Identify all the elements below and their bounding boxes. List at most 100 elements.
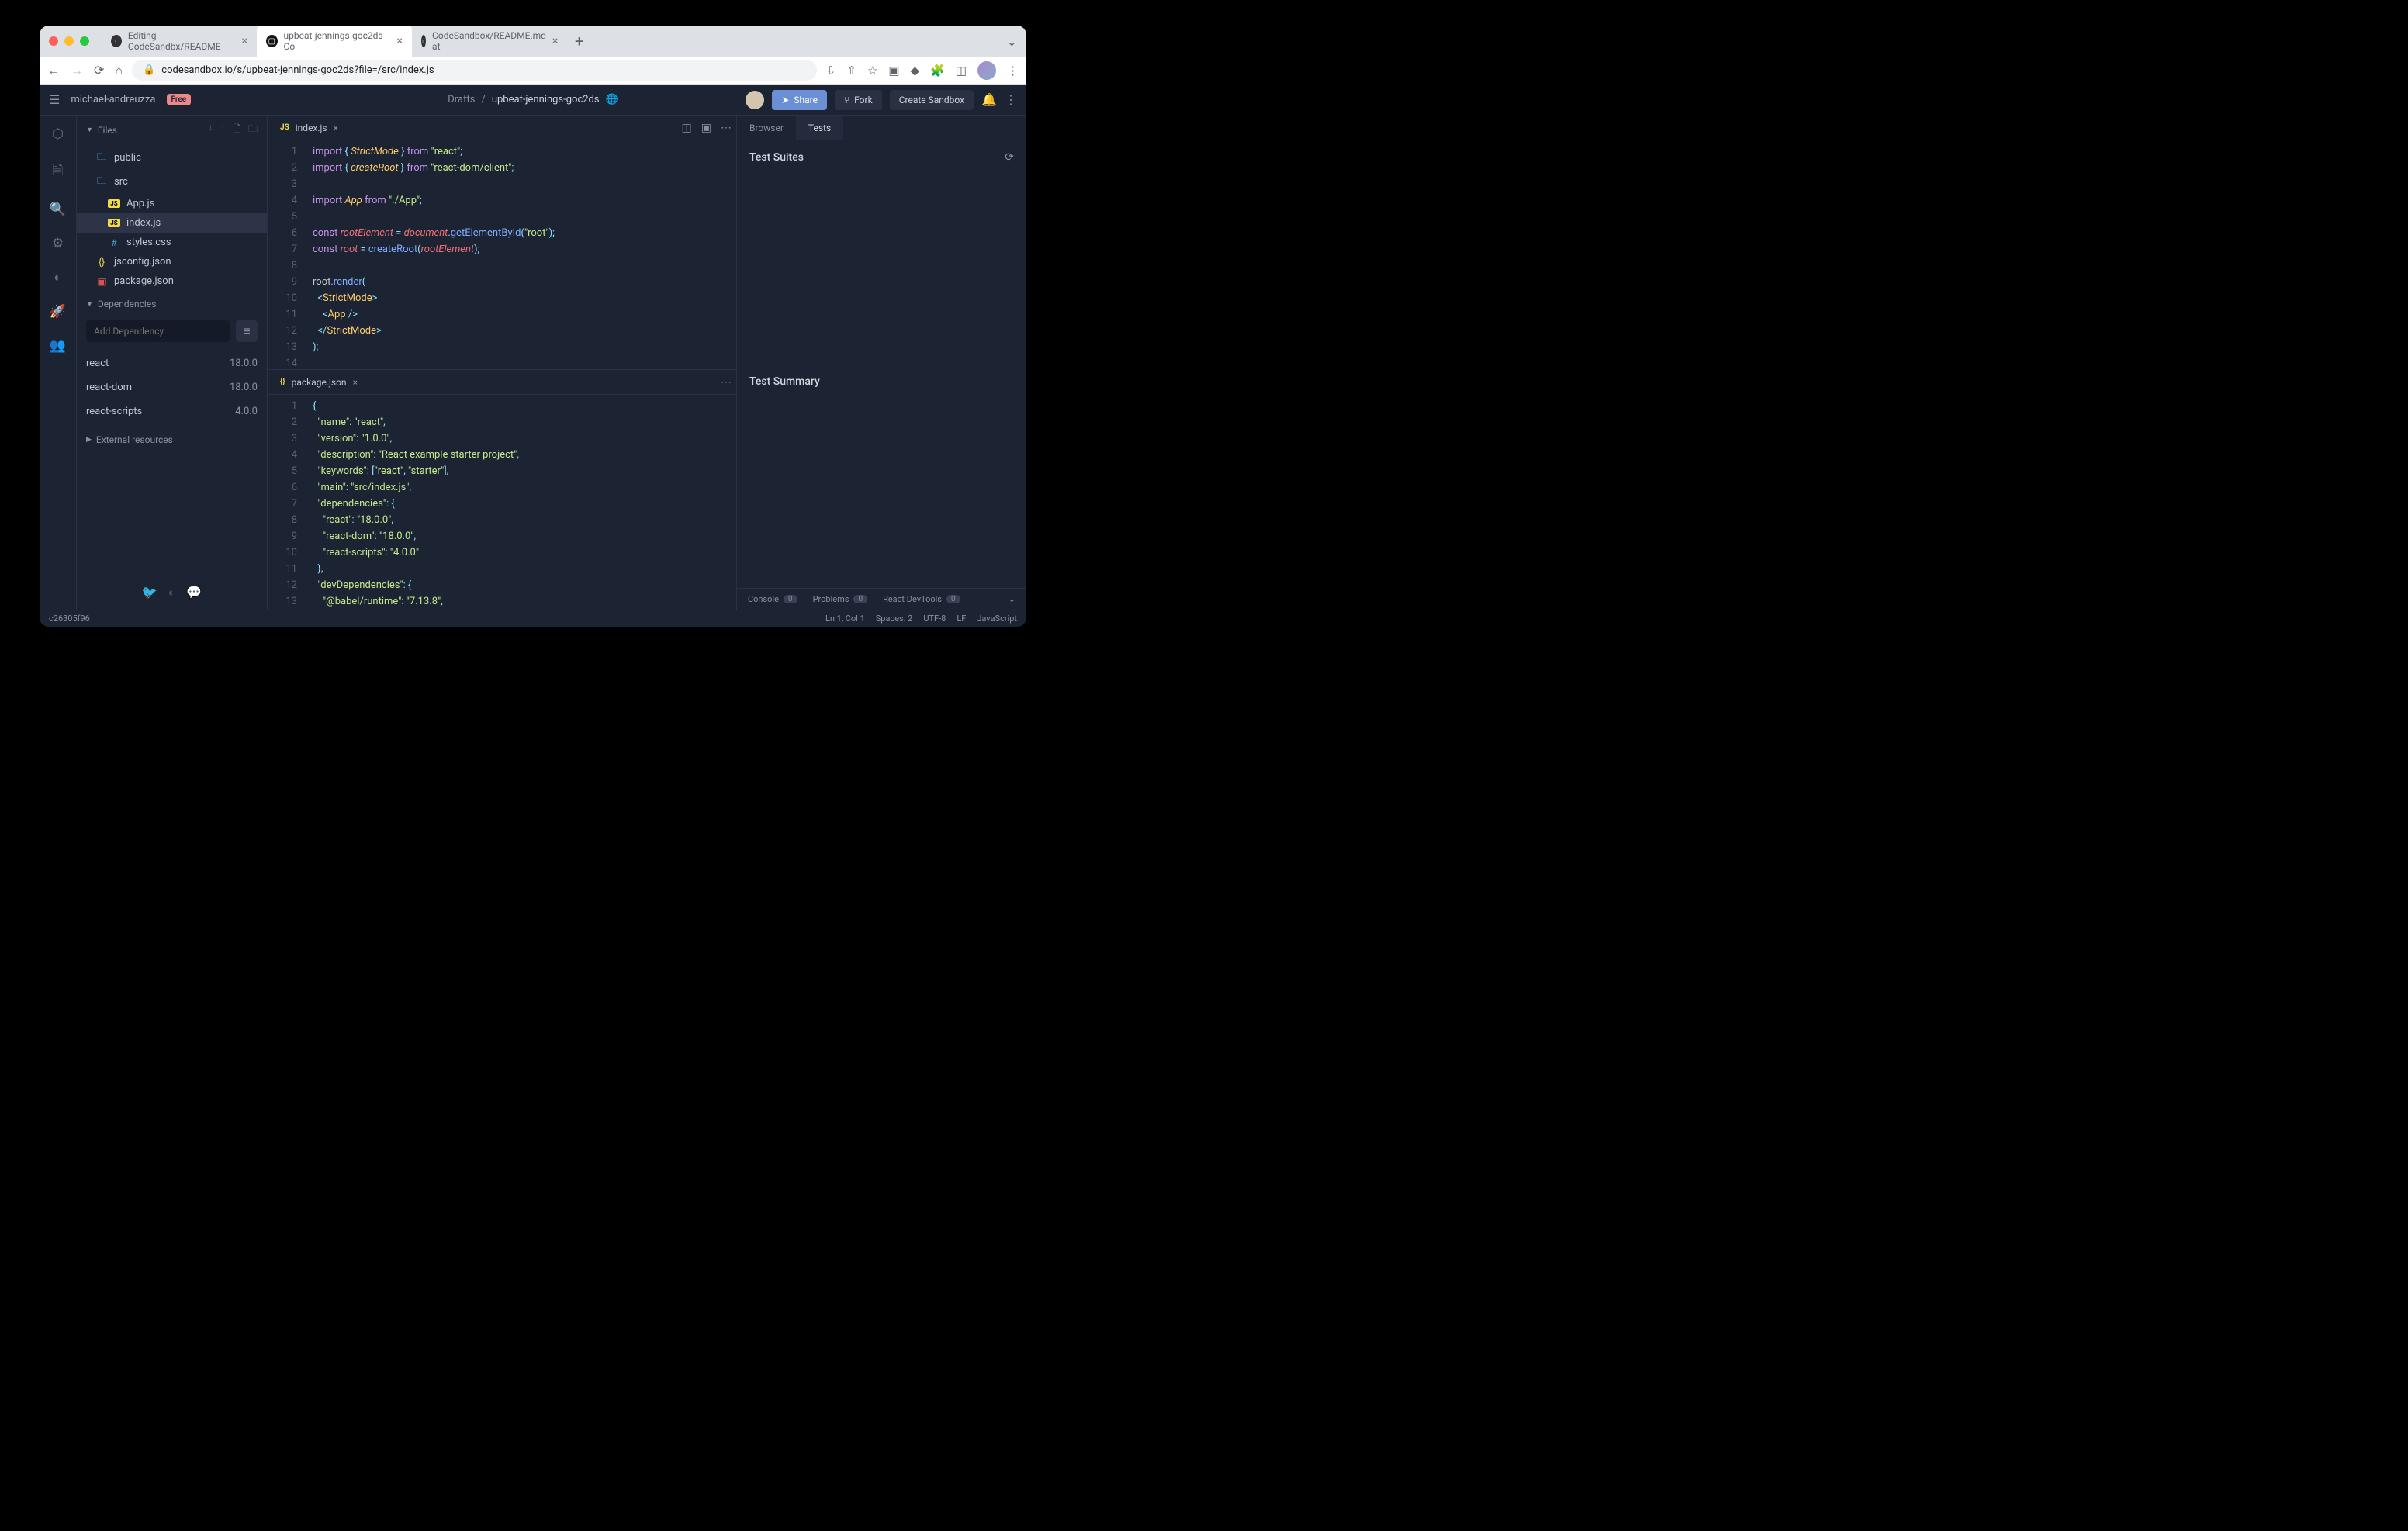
editor-tab-package[interactable]: {}package.json× <box>272 372 365 392</box>
minimize-window-icon[interactable] <box>64 36 74 46</box>
test-summary-header: Test Summary <box>737 365 1026 399</box>
dep-react-dom[interactable]: react-dom18.0.0 <box>86 375 258 399</box>
extensions-icon[interactable]: 🧩 <box>930 64 945 78</box>
commit-hash[interactable]: c26305f96 <box>49 613 90 624</box>
console-tab[interactable]: Console0 <box>748 594 797 604</box>
test-summary-label: Test Summary <box>749 375 820 388</box>
codesandbox-icon: ▢ <box>266 35 278 47</box>
github-icon: ◐ <box>111 35 122 47</box>
file-index-js[interactable]: JSindex.js <box>77 213 267 233</box>
editor-tab-index[interactable]: JSindex.js× <box>272 118 346 138</box>
code-area[interactable]: { "name": "react", "version": "1.0.0", "… <box>306 395 736 610</box>
github-icon[interactable]: ◐ <box>168 585 176 600</box>
live-icon[interactable]: 👥 <box>50 338 66 354</box>
browser-tab-2[interactable]: ◐CodeSandbox/README.md at× <box>412 26 567 58</box>
file-app-js[interactable]: JSApp.js <box>77 194 267 213</box>
fork-button[interactable]: ⑂Fork <box>835 90 882 110</box>
download-icon[interactable]: ↓ <box>208 122 213 138</box>
new-folder-icon[interactable]: 🗀 <box>248 122 258 138</box>
devtools-tab[interactable]: React DevTools0 <box>883 594 960 604</box>
discord-icon[interactable]: 💬 <box>186 585 202 600</box>
file-package-json[interactable]: ▣package.json <box>77 271 267 291</box>
refresh-icon[interactable]: ⟳ <box>1005 151 1014 164</box>
maximize-window-icon[interactable] <box>80 36 89 46</box>
close-tab-icon[interactable]: × <box>242 35 247 47</box>
browser-tab-0[interactable]: ◐Editing CodeSandbx/README× <box>102 26 257 58</box>
tab-browser[interactable]: Browser <box>737 116 796 140</box>
code-editor-bottom[interactable]: 1234567891011121314 { "name": "react", "… <box>268 395 736 610</box>
upload-icon[interactable]: ↑ <box>220 122 225 138</box>
extension-icon[interactable]: ◆ <box>911 64 920 78</box>
tabs-overflow-icon[interactable]: ⌄ <box>1007 34 1017 49</box>
file-icon[interactable]: 🗎 <box>53 161 64 183</box>
dep-react[interactable]: react18.0.0 <box>86 351 258 375</box>
back-icon[interactable]: ← <box>47 63 60 78</box>
forward-icon[interactable]: → <box>71 63 83 78</box>
panel-icon[interactable]: ▣ <box>701 122 711 134</box>
indent-setting[interactable]: Spaces: 2 <box>876 613 913 624</box>
count-badge: 0 <box>784 595 797 603</box>
browser-tab-1[interactable]: ▢upbeat-jennings-goc2ds - Co× <box>257 26 412 58</box>
more-icon[interactable]: ⋯ <box>721 376 732 389</box>
user-avatar[interactable] <box>746 91 764 109</box>
close-window-icon[interactable] <box>49 36 58 46</box>
count-badge: 0 <box>946 595 960 603</box>
crumb-drafts[interactable]: Drafts <box>448 94 475 105</box>
close-icon[interactable]: × <box>334 123 338 133</box>
code-editor-top[interactable]: 1234567891011121314 import { StrictMode … <box>268 140 736 369</box>
split-icon[interactable]: ◫ <box>682 122 692 134</box>
install-icon[interactable]: ⇩ <box>826 64 836 78</box>
chevron-down-icon: ▼ <box>86 300 93 309</box>
cursor-position[interactable]: Ln 1, Col 1 <box>825 613 865 624</box>
more-icon[interactable]: ⋯ <box>721 122 732 134</box>
close-tab-icon[interactable]: × <box>552 35 558 47</box>
folder-public[interactable]: 🗀public <box>77 146 267 170</box>
deploy-icon[interactable]: 🚀 <box>50 304 66 320</box>
cast-icon[interactable]: ▣ <box>888 64 899 78</box>
dep-react-scripts[interactable]: react-scripts4.0.0 <box>86 399 258 423</box>
bell-icon[interactable]: 🔔 <box>981 92 997 107</box>
problems-tab[interactable]: Problems0 <box>813 594 867 604</box>
profile-avatar[interactable] <box>977 61 996 80</box>
tab-tests[interactable]: Tests <box>796 116 843 140</box>
close-icon[interactable]: × <box>353 377 358 388</box>
settings-icon[interactable]: ⚙ <box>52 236 64 251</box>
code-area[interactable]: import { StrictMode } from "react";impor… <box>306 140 736 369</box>
address-bar[interactable]: 🔒 codesandbox.io/s/upbeat-jennings-goc2d… <box>132 60 817 81</box>
reload-icon[interactable]: ⟳ <box>94 63 104 78</box>
editor-tabs-bottom: {}package.json× ⋯ <box>268 370 736 395</box>
file-styles-css[interactable]: #styles.css <box>77 233 267 252</box>
eol[interactable]: LF <box>957 613 966 624</box>
sidepanel-icon[interactable]: ◫ <box>956 64 967 78</box>
crumb-project[interactable]: upbeat-jennings-goc2ds <box>492 94 600 105</box>
username[interactable]: michael-andreuzza <box>71 94 155 105</box>
deps-menu-button[interactable]: ≡ <box>236 320 258 342</box>
bookmark-icon[interactable]: ☆ <box>867 64 877 78</box>
menu-icon[interactable]: ☰ <box>49 92 60 107</box>
globe-icon[interactable]: 🌐 <box>606 94 618 105</box>
window-controls <box>49 36 89 46</box>
share-button[interactable]: ➤Share <box>772 90 827 110</box>
search-icon[interactable]: 🔍 <box>50 202 66 217</box>
create-sandbox-button[interactable]: Create Sandbox <box>890 90 974 110</box>
file-jsconfig[interactable]: {}jsconfig.json <box>77 252 267 271</box>
github-icon[interactable]: ◐ <box>54 270 61 285</box>
external-section-header[interactable]: ▶ External resources <box>77 428 267 451</box>
add-dependency-input[interactable] <box>86 320 230 342</box>
new-file-icon[interactable]: 🗋 <box>233 122 240 138</box>
home-icon[interactable]: ⌂ <box>115 63 123 78</box>
sandbox-icon[interactable]: ⬡ <box>52 126 64 142</box>
language-mode[interactable]: JavaScript <box>977 613 1017 624</box>
close-tab-icon[interactable]: × <box>397 35 403 47</box>
menu-icon[interactable]: ⋮ <box>1007 64 1019 78</box>
deps-section-header[interactable]: ▼ Dependencies <box>77 292 267 316</box>
collapse-icon[interactable]: ⌄ <box>1009 594 1015 604</box>
twitter-icon[interactable]: 🐦 <box>142 585 157 600</box>
encoding[interactable]: UTF-8 <box>923 613 946 624</box>
files-section-header[interactable]: ▼ Files ↓ ↑ 🗋 🗀 <box>77 116 267 144</box>
folder-src[interactable]: 🗀src <box>77 170 267 194</box>
share-icon[interactable]: ⇧ <box>846 64 856 78</box>
new-tab-button[interactable]: + <box>567 32 591 50</box>
test-suites-header: Test Suites ⟳ <box>737 140 1026 175</box>
more-icon[interactable]: ⋮ <box>1005 92 1017 107</box>
